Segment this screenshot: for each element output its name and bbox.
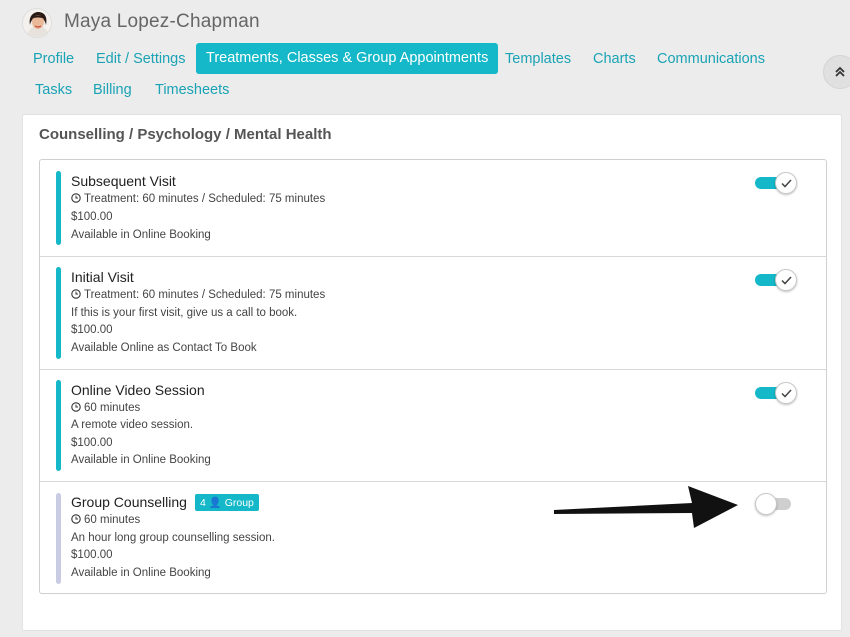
clock-icon [71,514,81,524]
tab-timesheets[interactable]: Timesheets [155,82,229,98]
toggle-knob [775,269,797,291]
toggle-knob [775,382,797,404]
enable-toggle[interactable] [755,268,799,291]
duration-text: 60 minutes [84,514,141,526]
section-title: Counselling / Psychology / Mental Health [39,126,332,143]
treatment-name: Initial Visit [71,269,134,285]
treatment-price: $100.00 [71,211,113,223]
check-icon [780,178,792,188]
toggle-knob [755,493,777,515]
tab-tasks[interactable]: Tasks [35,82,72,98]
treatment-row-subsequent-visit: Subsequent Visit Treatment: 60 minutes /… [40,160,826,257]
status-bar [56,171,61,245]
treatment-duration: 60 minutes [71,514,140,526]
treatment-price: $100.00 [71,437,113,449]
duration-text: Treatment: 60 minutes / Scheduled: 75 mi… [84,289,326,301]
user-name: Maya Lopez-Chapman [64,11,260,32]
check-icon [780,388,792,398]
treatment-duration: 60 minutes [71,402,140,414]
treatment-row-online-video-session: Online Video Session 60 minutes A remote… [40,370,826,482]
duration-text: Treatment: 60 minutes / Scheduled: 75 mi… [84,193,326,205]
treatment-availability: Available in Online Booking [71,454,211,466]
tab-charts[interactable]: Charts [593,51,636,67]
enable-toggle[interactable] [755,381,799,404]
duration-text: 60 minutes [84,402,141,414]
clock-icon [71,289,81,299]
tab-profile[interactable]: Profile [33,51,74,67]
treatment-availability: Available Online as Contact To Book [71,342,257,354]
enable-toggle[interactable] [755,171,799,194]
treatment-row-initial-visit: Initial Visit Treatment: 60 minutes / Sc… [40,257,826,370]
avatar[interactable] [22,8,52,38]
group-size-badge: 4 👤 Group [194,494,259,511]
treatment-name-line: Group Counselling 4 👤 Group [71,494,259,511]
tab-treatments-classes-group-appointments[interactable]: Treatments, Classes & Group Appointments [196,43,499,74]
check-icon [780,275,792,285]
tab-communications[interactable]: Communications [657,51,765,67]
status-bar [56,267,61,359]
treatment-availability: Available in Online Booking [71,229,211,241]
treatment-description: If this is your first visit, give us a c… [71,307,298,319]
treatment-price: $100.00 [71,324,113,336]
treatment-availability: Available in Online Booking [71,567,211,579]
treatment-description: A remote video session. [71,419,194,431]
tab-templates[interactable]: Templates [505,51,571,67]
toggle-knob [775,172,797,194]
clock-icon [71,193,81,203]
pointer-arrow-icon [554,486,738,528]
tab-edit-settings[interactable]: Edit / Settings [96,51,185,67]
double-chevron-up-icon [835,66,845,77]
tab-billing[interactable]: Billing [93,82,132,98]
treatment-name: Online Video Session [71,382,205,398]
avatar-image [23,9,51,37]
treatment-duration: Treatment: 60 minutes / Scheduled: 75 mi… [71,193,325,205]
treatment-name: Subsequent Visit [71,173,176,189]
treatment-price: $100.00 [71,549,113,561]
enable-toggle[interactable] [755,492,799,515]
profile-header: Maya Lopez-Chapman Profile Edit / Settin… [0,0,850,110]
collapse-header-button[interactable] [823,55,850,89]
treatment-description: An hour long group counselling session. [71,532,275,544]
treatment-duration: Treatment: 60 minutes / Scheduled: 75 mi… [71,289,325,301]
treatment-name: Group Counselling [71,494,187,510]
status-bar [56,380,61,471]
clock-icon [71,402,81,412]
status-bar [56,493,61,584]
